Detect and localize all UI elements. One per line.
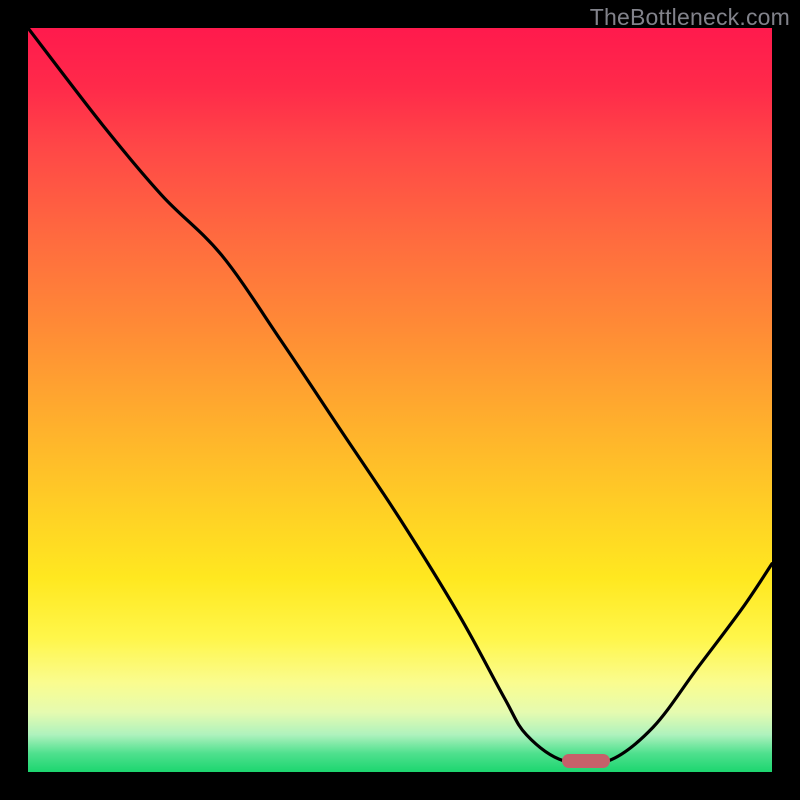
chart-frame: TheBottleneck.com bbox=[0, 0, 800, 800]
watermark-text: TheBottleneck.com bbox=[590, 4, 790, 31]
optimal-point-marker bbox=[562, 754, 610, 768]
bottleneck-curve bbox=[28, 28, 772, 772]
plot-area bbox=[28, 28, 772, 772]
